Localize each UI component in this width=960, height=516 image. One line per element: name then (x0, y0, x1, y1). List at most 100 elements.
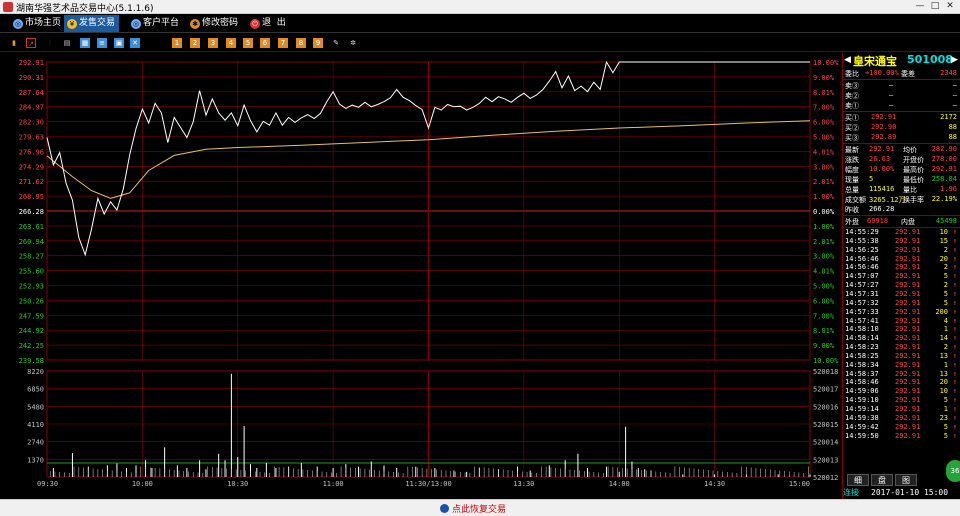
candlestick-icon[interactable]: ⫶ (45, 38, 55, 48)
line-chart-icon[interactable]: ↗ (26, 38, 36, 48)
tick-time: 14:57:32 (845, 298, 879, 307)
oi-tick-label: 520013 (813, 456, 838, 464)
weicha-value: 2348 (940, 69, 957, 77)
f7-icon[interactable]: 7 (278, 38, 288, 48)
tick-time: 14:58:25 (845, 351, 879, 360)
tab-chart[interactable]: 图 (895, 474, 917, 486)
time-tick-label: 14:30 (704, 480, 725, 488)
f3-icon[interactable]: 3 (208, 38, 218, 48)
bid-row: 买① 292.91 2172 (843, 113, 960, 122)
f1-icon[interactable]: 1 (172, 38, 182, 48)
f9-icon[interactable]: 9 (313, 38, 323, 48)
tick-volume: 2 (943, 263, 948, 272)
tick-price: 292.91 (895, 307, 921, 316)
ask-label: 卖③ (845, 82, 859, 90)
time-tick-label: 10:00 (132, 480, 153, 488)
tick-price: 292.91 (895, 245, 921, 254)
list-icon[interactable]: ≡ (97, 38, 107, 48)
pct-tick-label: 2.01% (813, 178, 835, 186)
tick-price: 292.91 (895, 316, 921, 325)
tick-time: 14:58:34 (845, 360, 879, 369)
edit-icon[interactable]: ✎ (331, 38, 341, 48)
oi-tick-label: 520017 (813, 386, 838, 394)
toolbar: ▮ ↗ ⫶ ▤ ▦ ≡ ▣ ✕ 1 2 3 4 5 6 7 8 9 ✎ ✲ (0, 34, 960, 52)
inner-label: 内盘 (901, 218, 915, 226)
pct-tick-label: 9.00% (813, 342, 835, 350)
f4-icon[interactable]: 4 (226, 38, 236, 48)
prev-stock-arrow[interactable]: ◀ (844, 55, 851, 65)
panel-divider (843, 143, 960, 144)
pct-tick-label: 7.00% (813, 312, 835, 320)
menu-market-home[interactable]: ◎ 市场主页 (10, 15, 65, 32)
tick-row: 14:56:46 292.91 2 ↑ (843, 263, 960, 272)
tick-arrow: ↑ (952, 360, 957, 369)
quote-value: 22.19% (931, 195, 957, 203)
title-bar[interactable]: 湖南华强艺术品交易中心(5.1.1.6) — □ ✕ (0, 0, 960, 14)
price-tick-label: 279.63 (19, 134, 44, 142)
gear-icon[interactable]: ✲ (348, 38, 358, 48)
menu-client-platform[interactable]: ◎ 客户平台 (128, 15, 183, 32)
quote-value: 115416 (869, 185, 895, 193)
close-box-icon[interactable]: ✕ (130, 38, 140, 48)
tick-time: 14:59:42 (845, 422, 879, 431)
yen-icon: ¥ (67, 19, 77, 29)
bar-chart-icon[interactable]: ▮ (9, 38, 19, 48)
tick-volume: 200 (935, 307, 948, 316)
price-tick-label: 284.97 (19, 104, 44, 112)
price-tick-label: 250.26 (19, 297, 44, 305)
tick-time: 14:59:06 (845, 387, 879, 396)
tick-price: 292.91 (895, 387, 921, 396)
tick-price: 292.91 (895, 272, 921, 281)
f2-icon[interactable]: 2 (190, 38, 200, 48)
maximize-button[interactable]: □ (929, 1, 941, 12)
tab-detail[interactable]: 细 (847, 474, 869, 486)
tick-row: 14:59:06 292.91 10 ↑ (843, 387, 960, 396)
tick-volume: 20 (939, 378, 948, 387)
tick-volume: 1 (943, 325, 948, 334)
tick-arrow: ↑ (952, 396, 957, 405)
pct-tick-label: 5.00% (813, 134, 835, 142)
intraday-chart[interactable]: 292.91 10.00% 290.31 9.00% 287.64 8.01% 284.97… (0, 53, 842, 499)
tick-row: 14:58:14 292.91 14 ↑ (843, 334, 960, 343)
price-tick-label: 287.64 (19, 89, 44, 97)
quote-value: 278.00 (931, 155, 957, 163)
tick-time: 14:56:46 (845, 263, 879, 272)
next-stock-arrow[interactable]: ▶ (951, 55, 958, 65)
tick-arrow: ↑ (952, 369, 957, 378)
menu-exit[interactable]: ⏻ 退 出 (247, 15, 290, 32)
menu-change-password[interactable]: ✱ 修改密码 (187, 15, 242, 32)
tick-time: 14:59:50 (845, 431, 879, 440)
tick-arrow: ↑ (952, 325, 957, 334)
f5-icon[interactable]: 5 (243, 38, 253, 48)
menu-label: 发售交易 (79, 18, 116, 28)
tick-volume: 2 (943, 343, 948, 352)
tick-volume: 10 (939, 228, 948, 236)
tick-arrow: ↑ (952, 431, 957, 440)
price-tick-label: 266.28 (19, 208, 44, 216)
ask-volume: — (952, 81, 957, 89)
tick-price: 292.91 (895, 343, 921, 352)
tick-price: 292.91 (895, 254, 921, 263)
price-tick-label: 239.58 (19, 357, 44, 365)
grid-icon[interactable]: ▦ (80, 38, 90, 48)
tick-arrow: ↑ (952, 334, 957, 343)
minimize-button[interactable]: — (914, 1, 926, 12)
f6-icon[interactable]: 6 (260, 38, 270, 48)
window-icon[interactable]: ▣ (114, 38, 124, 48)
tick-row: 14:59:38 292.91 23 ↑ (843, 414, 960, 423)
tick-time: 14:58:37 (845, 369, 879, 378)
tick-arrow: ↑ (952, 245, 957, 254)
oi-tick-label: 520014 (813, 439, 838, 447)
quote-value: 3265.12万 (869, 196, 906, 204)
tab-book[interactable]: 盘 (871, 474, 893, 486)
close-button[interactable]: ✕ (944, 1, 956, 12)
tick-volume: 1 (943, 405, 948, 413)
tick-price: 292.91 (895, 325, 921, 334)
resume-trading-link[interactable]: 点此恢复交易 (440, 502, 506, 515)
menu-issue-trade[interactable]: ¥ 发售交易 (64, 15, 120, 32)
quote-label: 成交额 (845, 196, 866, 204)
f8-icon[interactable]: 8 (296, 38, 306, 48)
table-icon[interactable]: ▤ (62, 38, 72, 48)
panel-divider (843, 79, 960, 80)
side-bubble[interactable]: 36 (946, 460, 960, 482)
